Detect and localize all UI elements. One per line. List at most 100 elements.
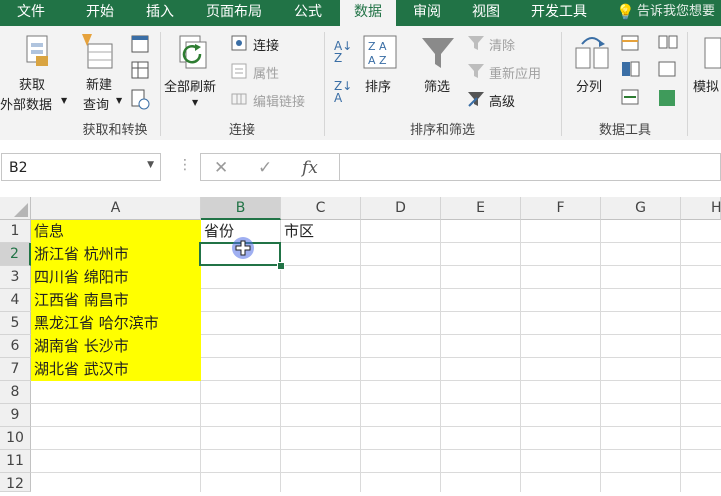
data-tools-small-icons[interactable] (620, 34, 642, 112)
column-header-e[interactable]: E (441, 197, 521, 220)
row-header-9[interactable]: 9 (0, 404, 31, 427)
column-header-f[interactable]: F (521, 197, 601, 220)
group-divider (160, 32, 161, 136)
svg-text:A Z: A Z (368, 54, 387, 67)
sort-button[interactable]: 排序 (365, 76, 391, 95)
cell-c1[interactable]: 市区 (281, 220, 361, 243)
column-header-c[interactable]: C (281, 197, 361, 220)
refresh-all-icon (179, 35, 207, 69)
name-box-value: B2 (9, 160, 28, 176)
tab-developer[interactable]: 开发工具 (522, 0, 596, 26)
get-external-data-label-1[interactable]: 获取 (19, 74, 45, 93)
name-box[interactable]: B2 ▼ (1, 153, 161, 181)
column-header-g[interactable]: G (601, 197, 681, 220)
select-all-corner[interactable] (0, 197, 31, 220)
tab-insert[interactable]: 插入 (134, 0, 186, 26)
lightbulb-icon: 💡 (616, 3, 635, 21)
group-divider (324, 32, 325, 136)
new-query-label-2[interactable]: 查询 (83, 94, 109, 113)
get-external-data-icon (26, 35, 48, 66)
formula-buttons: ✕ ✓ fx (200, 153, 340, 181)
row-header-11[interactable]: 11 (0, 450, 31, 473)
more-options-icon[interactable]: ⋮ (178, 157, 192, 173)
row-header-3[interactable]: 3 (0, 266, 31, 289)
cell-a7[interactable]: 湖北省 武汉市 (31, 358, 201, 381)
show-queries-icons[interactable] (130, 34, 150, 114)
sort-descending-icon[interactable]: Z↓ A (334, 80, 352, 104)
tab-data[interactable]: 数据 (340, 0, 396, 26)
tab-review[interactable]: 审阅 (402, 0, 452, 26)
ribbon-tab-bar: 文件 开始 插入 页面布局 公式 数据 审阅 视图 开发工具 💡 告诉我您想要 (0, 0, 721, 26)
row-header-2[interactable]: 2 (0, 243, 31, 266)
chevron-down-icon[interactable]: ▼ (192, 98, 198, 107)
tab-formulas[interactable]: 公式 (282, 0, 334, 26)
insert-function-icon[interactable]: fx (302, 158, 318, 178)
reapply-button[interactable]: 重新应用 (489, 63, 541, 82)
advanced-filter-icon (468, 92, 484, 107)
tab-view[interactable]: 视图 (460, 0, 512, 26)
what-if-button[interactable]: 模拟 (693, 76, 719, 95)
reapply-icon (468, 64, 484, 78)
tab-page-layout[interactable]: 页面布局 (196, 0, 272, 26)
connections-icon (231, 35, 247, 51)
row-header-12[interactable]: 12 (0, 473, 31, 492)
tell-me-search[interactable]: 告诉我您想要 (637, 0, 715, 26)
sort-filter-group-label: 排序和筛选 (409, 123, 475, 138)
edit-links-button[interactable]: 编辑链接 (253, 91, 305, 110)
edit-links-icon (231, 93, 247, 105)
what-if-analysis-icon (704, 37, 721, 69)
tab-file[interactable]: 文件 (0, 0, 62, 26)
data-tools-group-label: 数据工具 (598, 123, 651, 138)
sort-icon: Z A A Z (363, 35, 397, 69)
formula-input[interactable] (340, 153, 721, 181)
formula-bar: B2 ▼ ⋮ ✕ ✓ fx (0, 140, 721, 197)
filter-button[interactable]: 筛选 (424, 76, 450, 95)
cancel-icon[interactable]: ✕ (214, 158, 228, 178)
chevron-down-icon[interactable]: ▼ (147, 160, 154, 170)
column-header-b[interactable]: B (201, 197, 281, 220)
connections-button[interactable]: 连接 (253, 35, 279, 54)
cell-a5[interactable]: 黑龙江省 哈尔滨市 (31, 312, 201, 335)
cell-a3[interactable]: 四川省 绵阳市 (31, 266, 201, 289)
connections-group-label: 连接 (228, 123, 255, 138)
row-header-8[interactable]: 8 (0, 381, 31, 404)
svg-text:Z A: Z A (368, 40, 387, 53)
column-header-d[interactable]: D (361, 197, 441, 220)
chevron-down-icon[interactable]: ▼ (116, 96, 122, 105)
clear-button[interactable]: 清除 (489, 35, 515, 54)
row-header-7[interactable]: 7 (0, 358, 31, 381)
cell-a6[interactable]: 湖南省 长沙市 (31, 335, 201, 358)
mouse-cursor-icon (232, 237, 254, 259)
filter-icon (422, 38, 454, 68)
advanced-button[interactable]: 高级 (489, 91, 515, 110)
new-query-icon (82, 34, 113, 69)
properties-button[interactable]: 属性 (253, 63, 279, 82)
group-divider (561, 32, 562, 136)
text-to-columns-button[interactable]: 分列 (576, 76, 602, 95)
get-transform-group-label: 获取和转换 (82, 123, 148, 138)
new-query-label-1[interactable]: 新建 (86, 74, 112, 93)
row-header-4[interactable]: 4 (0, 289, 31, 312)
clear-filter-icon (468, 36, 484, 50)
column-header-h[interactable]: H (681, 197, 721, 220)
row-header-6[interactable]: 6 (0, 335, 31, 358)
tab-home[interactable]: 开始 (68, 0, 132, 26)
get-external-data-label-2[interactable]: 外部数据 (0, 94, 52, 113)
row-header-1[interactable]: 1 (0, 220, 31, 243)
fill-handle[interactable] (277, 262, 285, 270)
cell-a2[interactable]: 浙江省 杭州市 (31, 243, 201, 266)
row-header-5[interactable]: 5 (0, 312, 31, 335)
refresh-all-button[interactable]: 全部刷新 (164, 76, 216, 95)
cell-a1[interactable]: 信息 (31, 220, 201, 243)
data-tools-small-icons-2[interactable] (657, 34, 679, 112)
ribbon: 获取 外部数据 ▼ 新建 查询 ▼ 获取和转换 全部刷新 ▼ 连接 属性 编辑链… (0, 26, 721, 141)
chevron-down-icon[interactable]: ▼ (61, 96, 67, 105)
text-to-columns-icon (575, 37, 609, 69)
row-header-10[interactable]: 10 (0, 427, 31, 450)
properties-icon (231, 63, 247, 79)
worksheet-grid: A B C D E F G H 1 2 3 4 5 6 7 8 9 10 11 … (0, 197, 721, 492)
column-header-a[interactable]: A (31, 197, 201, 220)
sort-ascending-icon[interactable]: A↓ Z (334, 40, 352, 64)
cell-a4[interactable]: 江西省 南昌市 (31, 289, 201, 312)
enter-icon[interactable]: ✓ (258, 158, 272, 178)
